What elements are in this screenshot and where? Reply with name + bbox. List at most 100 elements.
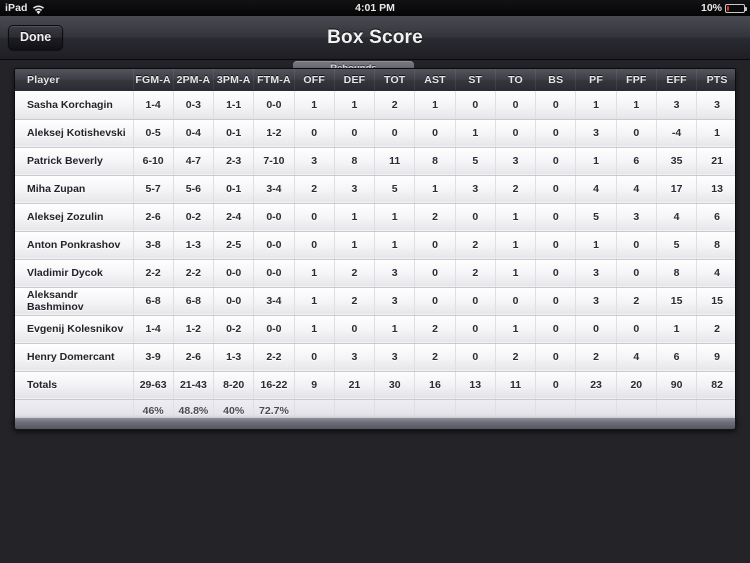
table-footer-strip [14,418,736,430]
battery-icon [725,3,747,13]
cell-tot: 5 [374,175,416,204]
cell-ast: 2 [414,203,456,232]
cell-pts: 4 [696,259,735,288]
cell-ast: 16 [414,371,456,400]
cell-bs: 0 [535,259,577,288]
column-header-2pm-a[interactable]: 2PM-A [173,69,215,91]
table-row[interactable]: Aleksandr Bashminov 6-8 6-8 0-0 3-4 1 2 3 0 0 0 0 3 2… [15,287,735,316]
column-header-eff[interactable]: EFF [656,69,698,91]
battery-fill [727,5,729,11]
cell-bs: 0 [535,147,577,176]
cell-to: 1 [495,203,537,232]
cell-def: 1 [334,203,376,232]
cell-tot: 0 [374,119,416,148]
totals-row[interactable]: Totals 29-63 21-43 8-20 16-22 9 21 30 16 13 11 0 23 2… [15,371,735,400]
cell-bs: 0 [535,203,577,232]
navigation-bar: Done Box Score [0,16,750,60]
cell-st: 3 [455,175,496,204]
table-row[interactable]: Sasha Korchagin 1-4 0-3 1-1 0-0 1 1 2 1 0 0 0 1 1 3 3 [15,91,735,120]
cell-2pm-a: 2-2 [173,259,215,288]
table-row[interactable]: Aleksej Zozulin 2-6 0-2 2-4 0-0 0 1 1 2 0 1 0 5 3 4 6 [15,203,735,232]
cell-off: 1 [294,259,335,288]
column-header-bs[interactable]: BS [535,69,577,91]
cell-eff: 3 [656,91,698,120]
cell-bs: 0 [535,287,577,316]
cell-pf: 0 [575,315,617,344]
column-header-def[interactable]: DEF [334,69,376,91]
cell-def: 0 [334,119,376,148]
cell-def: 2 [334,287,376,316]
column-header-player[interactable]: Player [15,69,134,91]
cell-tot: 1 [374,231,416,260]
cell-3pm-a: 2-3 [213,147,255,176]
cell-off: 3 [294,147,335,176]
table-row[interactable]: Evgenij Kolesnikov 1-4 1-2 0-2 0-0 1 0 1 2 0 1 0 0 0 1… [15,315,735,344]
cell-to: 1 [495,315,537,344]
column-header-3pm-a[interactable]: 3PM-A [213,69,255,91]
cell-fpf: 0 [616,119,657,148]
cell-def: 2 [334,259,376,288]
table-row[interactable]: Aleksej Kotishevski 0-5 0-4 0-1 1-2 0 0 0 0 1 0 0 3 0… [15,119,735,148]
column-header-pts[interactable]: PTS [696,69,735,91]
cell-ftm-a: 0-0 [253,203,295,232]
cell-off: 0 [294,343,335,372]
cell-fpf: 4 [616,175,657,204]
cell-ast: 1 [414,91,456,120]
cell-off: 1 [294,91,335,120]
cell-ast: 0 [414,231,456,260]
cell-player: Miha Zupan [15,175,134,204]
cell-bs: 0 [535,315,577,344]
cell-tot: 11 [374,147,416,176]
cell-pf: 4 [575,175,617,204]
cell-fgm-a: 6-8 [133,287,174,316]
cell-fgm-a: 2-6 [133,203,174,232]
column-header-pf[interactable]: PF [575,69,617,91]
cell-tot: 2 [374,91,416,120]
battery-percent-label: 10% [700,2,722,14]
cell-eff: 15 [656,287,698,316]
column-header-st[interactable]: ST [455,69,496,91]
table-row[interactable]: Henry Domercant 3-9 2-6 1-3 2-2 0 3 3 2 0 2 0 2 4 6 9 [15,343,735,372]
column-header-ftm-a[interactable]: FTM-A [253,69,295,91]
status-bar-right: 10% [700,0,747,16]
cell-ftm-a: 7-10 [253,147,295,176]
status-bar-clock: 4:01 PM [355,2,395,14]
cell-ast: 0 [414,287,456,316]
page-title: Box Score [327,26,423,48]
cell-ast: 8 [414,147,456,176]
cell-ast: 0 [414,259,456,288]
done-button[interactable]: Done [8,25,64,50]
column-header-to[interactable]: TO [495,69,537,91]
column-header-fpf[interactable]: FPF [616,69,657,91]
cell-fpf: 6 [616,147,657,176]
cell-st: 0 [455,203,496,232]
cell-fgm-a: 3-8 [133,231,174,260]
column-header-tot[interactable]: TOT [374,69,416,91]
cell-player: Totals [15,371,134,400]
cell-st: 2 [455,259,496,288]
cell-player: Anton Ponkrashov [15,231,134,260]
cell-2pm-a: 6-8 [173,287,215,316]
cell-tot: 3 [374,287,416,316]
table-row[interactable]: Miha Zupan 5-7 5-6 0-1 3-4 2 3 5 1 3 2 0 4 4 17 13 [15,175,735,204]
cell-3pm-a: 2-4 [213,203,255,232]
cell-off: 0 [294,119,335,148]
cell-tot: 1 [374,203,416,232]
cell-pts: 15 [696,287,735,316]
table-row[interactable]: Patrick Beverly 6-10 4-7 2-3 7-10 3 8 11 8 5 3 0 1 6 3… [15,147,735,176]
cell-ast: 0 [414,119,456,148]
column-header-ast[interactable]: AST [414,69,456,91]
cell-pts: 3 [696,91,735,120]
cell-to: 1 [495,231,537,260]
table-row[interactable]: Vladimir Dycok 2-2 2-2 0-0 0-0 1 2 3 0 2 1 0 3 0 8 4 [15,259,735,288]
cell-bs: 0 [535,119,577,148]
cell-tot: 1 [374,315,416,344]
column-header-off[interactable]: OFF [294,69,335,91]
column-header-fgm-a[interactable]: FGM-A [133,69,174,91]
table-row[interactable]: Anton Ponkrashov 3-8 1-3 2-5 0-0 0 1 1 0 2 1 0 1 0 5 8 [15,231,735,260]
status-bar-left: iPad [5,0,45,16]
cell-2pm-a: 0-4 [173,119,215,148]
cell-to: 11 [495,371,537,400]
cell-player: Henry Domercant [15,343,134,372]
cell-st: 2 [455,231,496,260]
